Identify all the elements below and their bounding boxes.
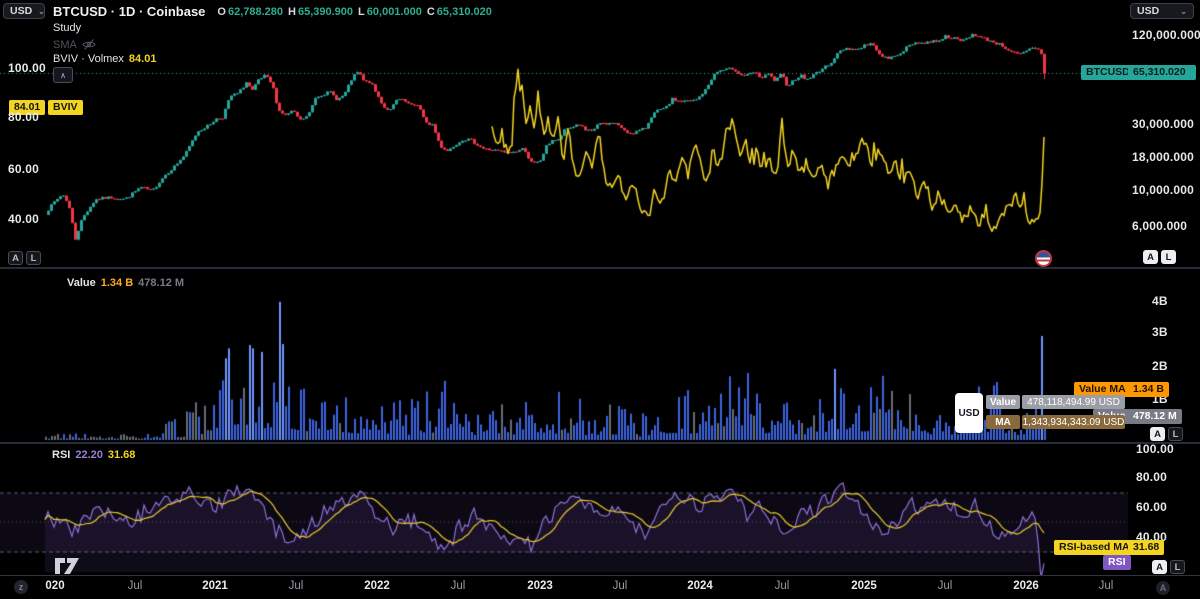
auto-scale-button[interactable]: A <box>1143 250 1158 264</box>
ohlc-open-value: 62,788.280 <box>227 5 284 18</box>
bviv-tag: BVIV <box>48 100 83 115</box>
ohlc-low-value: 60,001.000 <box>366 5 422 18</box>
time-axis-label: Jul <box>127 580 143 592</box>
bviv-legend[interactable]: BVIV · Volmex 84.01 <box>53 53 156 65</box>
time-axis-label: 2022 <box>364 580 390 592</box>
readout-ma-amount: 1,343,934,343.09 USD <box>1022 415 1125 429</box>
rsi-scale-tick: 60.00 <box>1136 500 1168 514</box>
price-scale-tick: 10,000.000 <box>1132 183 1195 197</box>
ohlc-high-label: H <box>288 5 296 18</box>
chevron-up-icon: ∧ <box>60 70 66 80</box>
eye-off-icon[interactable] <box>82 38 96 51</box>
time-axis-label: Jul <box>450 580 466 592</box>
tradingview-logo[interactable] <box>53 556 81 576</box>
value-scale-tick: 3B <box>1152 325 1168 339</box>
rsi-scale-tick: 100.00 <box>1136 442 1174 456</box>
readout-ma-key: MA <box>986 415 1020 429</box>
btcusd-price-label: 65,310.020 <box>1128 65 1196 80</box>
flag-icon <box>1035 250 1052 267</box>
time-axis-label: Jul <box>1098 580 1114 592</box>
sma-label: SMA <box>53 38 77 51</box>
price-scale-tick: 6,000.000 <box>1132 219 1188 233</box>
auto-scale-button-left[interactable]: A <box>8 251 23 265</box>
rsi-ma-label: 31.68 <box>1128 540 1165 555</box>
chart-canvas[interactable] <box>0 0 1200 599</box>
time-axis-label: 2021 <box>202 580 228 592</box>
readout-currency-box: USD <box>955 393 983 433</box>
rsi-auto-scale-button[interactable]: A <box>1152 560 1167 574</box>
value-legend[interactable]: Value 1.34 B 478.12 M <box>67 277 184 289</box>
sma-legend[interactable]: SMA <box>53 38 96 51</box>
price-scale-tick: 18,000.000 <box>1132 150 1195 164</box>
currency-selector-left[interactable]: USD ⌄ <box>3 3 45 19</box>
ohlc-close-value: 65,310.020 <box>436 5 492 18</box>
study-label: Study <box>53 22 82 34</box>
readout-value-key: Value <box>986 395 1020 409</box>
chevron-down-icon: ⌄ <box>1180 6 1187 16</box>
ohlc-open-label: O <box>217 5 226 18</box>
time-axis[interactable]: 020 Jul 2021 Jul 2022 Jul 2023 Jul 2024 Jul 2025 Ju… <box>0 576 1200 599</box>
value-auto-scale-button[interactable]: A <box>1150 427 1165 441</box>
value-title: Value <box>67 277 96 289</box>
time-axis-label: 2026 <box>1013 580 1039 592</box>
pane-divider[interactable] <box>0 267 1200 269</box>
rsi-readout: 22.20 <box>75 449 103 461</box>
ohlc-low-label: L <box>358 5 365 18</box>
value-readout: 478.12 M <box>138 277 185 289</box>
currency-selector-right[interactable]: USD ⌄ <box>1130 3 1194 19</box>
rsi-legend[interactable]: RSI 22.20 31.68 <box>52 449 135 461</box>
value-label: 478.12 M <box>1128 409 1182 424</box>
pane-divider[interactable] <box>0 442 1200 444</box>
ohlc-high-value: 65,390.900 <box>297 5 354 18</box>
time-axis-label: 2025 <box>851 580 877 592</box>
bviv-study-label: BVIV · Volmex <box>53 53 124 65</box>
currency-selector-right-label: USD <box>1137 5 1160 17</box>
value-ma-label: 1.34 B <box>1128 382 1169 397</box>
timezone-badge[interactable]: z <box>14 580 28 594</box>
log-scale-button[interactable]: L <box>1161 250 1176 264</box>
study-legend[interactable]: Study <box>53 22 81 34</box>
ohlc-close-label: C <box>426 5 435 18</box>
time-axis-label: Jul <box>288 580 304 592</box>
price-scale-tick: 60.00 <box>8 162 40 176</box>
btcusd-tag: BTCUSD <box>1081 65 1135 80</box>
rsi-log-scale-button[interactable]: L <box>1170 560 1185 574</box>
value-scale-tick: 2B <box>1152 359 1168 373</box>
log-scale-button-left[interactable]: L <box>26 251 41 265</box>
price-scale-tick: 30,000.000 <box>1132 117 1195 131</box>
time-axis-label: 2023 <box>527 580 553 592</box>
rsi-ma-readout: 31.68 <box>107 449 136 461</box>
value-ma-readout: 1.34 B <box>100 277 134 289</box>
bviv-study-value: 84.01 <box>128 53 157 65</box>
price-scale-tick: 120,000.000 <box>1132 28 1200 42</box>
symbol-legend[interactable]: BTCUSD · 1D · Coinbase O 62,788.280 H 65,3… <box>53 4 492 19</box>
time-axis-label: Jul <box>937 580 953 592</box>
rsi-tag: RSI <box>1103 555 1131 570</box>
time-axis-label: 020 <box>45 580 65 592</box>
chevron-down-icon: ⌄ <box>38 6 45 16</box>
symbol-title[interactable]: BTCUSD · 1D · Coinbase <box>53 4 205 19</box>
readout-value-amount: 478,118,494.99 USD <box>1022 395 1125 409</box>
currency-selector-left-label: USD <box>10 5 33 17</box>
rsi-title: RSI <box>52 449 71 461</box>
price-scale-tick: 40.00 <box>8 212 40 226</box>
price-scale-tick: 80.00 <box>8 110 40 124</box>
time-axis-label: Jul <box>612 580 628 592</box>
collapse-legend-button[interactable]: ∧ <box>53 67 73 83</box>
value-scale-tick: 4B <box>1152 294 1168 308</box>
rsi-ma-tag: RSI-based MA <box>1054 540 1135 555</box>
corner-a-badge[interactable]: A <box>1156 581 1170 595</box>
rsi-scale-tick: 80.00 <box>1136 470 1168 484</box>
time-axis-label: 2024 <box>687 580 713 592</box>
value-log-scale-button[interactable]: L <box>1168 427 1183 441</box>
time-axis-label: Jul <box>774 580 790 592</box>
price-scale-tick: 100.00 <box>8 61 46 75</box>
tradingview-chart-window: USD ⌄ USD ⌄ BTCUSD · 1D · Coinbase O 62,7… <box>0 0 1200 599</box>
